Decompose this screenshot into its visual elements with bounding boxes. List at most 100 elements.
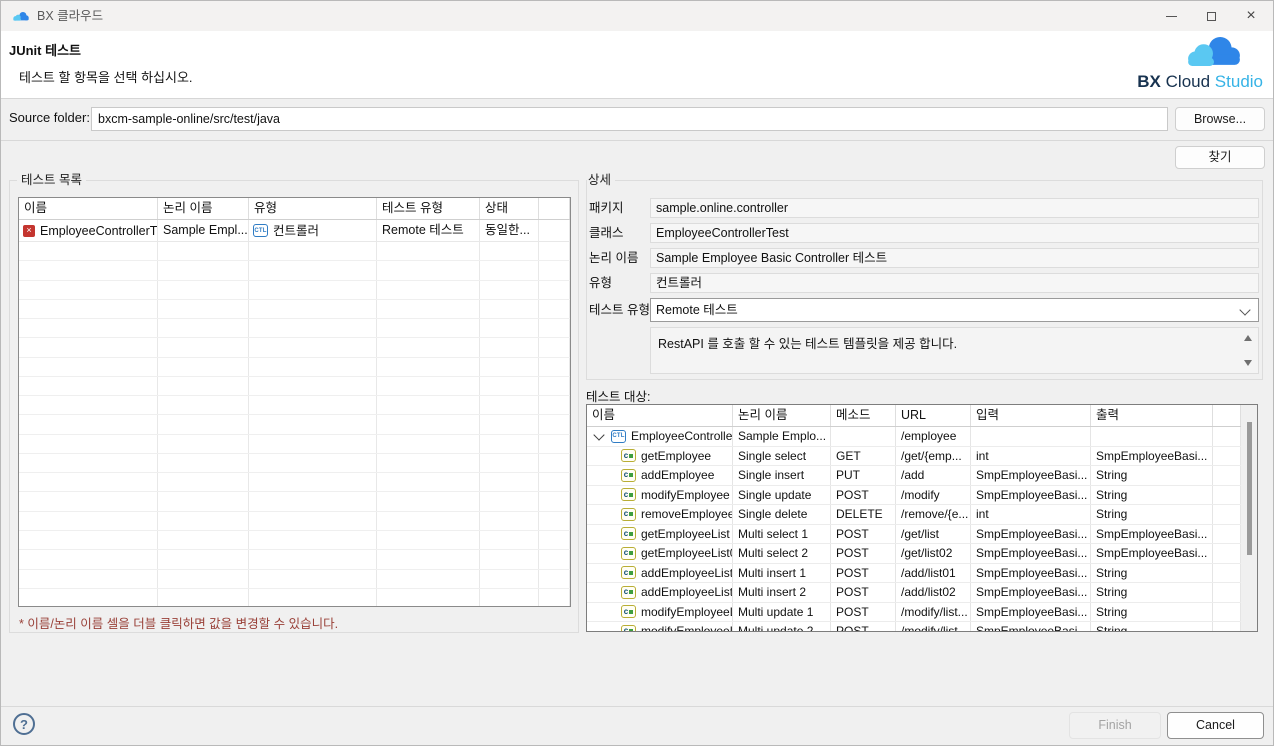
test-target-row[interactable]: cmodifyEmployeeLMulti update 2POST/modif… <box>587 622 1241 632</box>
input-cell[interactable]: int <box>971 447 1091 466</box>
logical-name-cell[interactable]: Multi update 2 <box>733 622 831 632</box>
target-name-cell[interactable]: caddEmployeeList0 <box>587 583 733 602</box>
close-button[interactable]: × <box>1231 1 1271 31</box>
url-cell[interactable]: /employee <box>896 427 971 446</box>
output-cell[interactable]: String <box>1091 583 1213 602</box>
input-cell[interactable] <box>971 427 1091 446</box>
url-cell[interactable]: /get/{emp... <box>896 447 971 466</box>
output-cell[interactable]: String <box>1091 505 1213 524</box>
target-name-cell[interactable]: caddEmployee <box>587 466 733 485</box>
input-cell[interactable]: SmpEmployeeBasi... <box>971 603 1091 622</box>
output-cell[interactable]: String <box>1091 564 1213 583</box>
url-cell[interactable]: /add/list01 <box>896 564 971 583</box>
url-cell[interactable]: /modify/list... <box>896 622 971 632</box>
target-name-cell[interactable]: cgetEmployee <box>587 447 733 466</box>
test-name-cell[interactable]: ×EmployeeControllerT... <box>19 220 158 241</box>
target-name-cell[interactable]: cmodifyEmployee <box>587 486 733 505</box>
logical-name-cell[interactable]: Single update <box>733 486 831 505</box>
find-button[interactable]: 찾기 <box>1175 146 1265 169</box>
scroll-up-icon[interactable] <box>1244 335 1252 341</box>
logical-name-cell[interactable]: Multi update 1 <box>733 603 831 622</box>
method-cell[interactable]: POST <box>831 564 896 583</box>
test-type-cell[interactable]: Remote 테스트 <box>377 220 480 241</box>
logical-name-cell[interactable]: Multi select 2 <box>733 544 831 563</box>
url-cell[interactable]: /get/list <box>896 525 971 544</box>
status-cell[interactable]: 동일한... <box>480 220 539 241</box>
target-name-cell[interactable]: caddEmployeeList0 <box>587 564 733 583</box>
output-cell[interactable] <box>1091 427 1213 446</box>
logical-name-cell[interactable]: Multi insert 2 <box>733 583 831 602</box>
test-type-dropdown[interactable]: Remote 테스트 <box>650 298 1259 322</box>
url-cell[interactable]: /add/list02 <box>896 583 971 602</box>
input-cell[interactable]: SmpEmployeeBasi... <box>971 544 1091 563</box>
output-cell[interactable]: SmpEmployeeBasi... <box>1091 544 1213 563</box>
scroll-down-icon[interactable] <box>1244 360 1252 366</box>
url-cell[interactable]: /modify <box>896 486 971 505</box>
output-cell[interactable]: String <box>1091 466 1213 485</box>
minimize-button[interactable] <box>1151 1 1191 31</box>
test-target-row[interactable]: cgetEmployeeSingle selectGET/get/{emp...… <box>587 447 1241 467</box>
input-cell[interactable]: SmpEmployeeBasi... <box>971 525 1091 544</box>
finish-button[interactable]: Finish <box>1069 712 1161 739</box>
target-name-cell[interactable]: cmodifyEmployeeL <box>587 603 733 622</box>
test-list-row[interactable]: ×EmployeeControllerT...Sample Empl...CTL… <box>19 220 570 242</box>
logical-name-cell[interactable]: Multi insert 1 <box>733 564 831 583</box>
test-target-row[interactable]: CTLEmployeeControllerSample Emplo... /emp… <box>587 427 1241 447</box>
output-cell[interactable]: SmpEmployeeBasi... <box>1091 447 1213 466</box>
method-cell[interactable]: POST <box>831 525 896 544</box>
column-header[interactable]: URL <box>896 405 971 426</box>
test-target-row[interactable]: cmodifyEmployeeLMulti update 1POST/modif… <box>587 603 1241 623</box>
logical-name-cell[interactable]: Single delete <box>733 505 831 524</box>
test-target-row[interactable]: cgetEmployeeList0Multi select 2POST/get/… <box>587 544 1241 564</box>
url-cell[interactable]: /get/list02 <box>896 544 971 563</box>
url-cell[interactable]: /modify/list... <box>896 603 971 622</box>
output-cell[interactable]: String <box>1091 486 1213 505</box>
method-cell[interactable]: PUT <box>831 466 896 485</box>
column-header[interactable]: 이름 <box>19 198 158 219</box>
column-header[interactable]: 논리 이름 <box>158 198 249 219</box>
method-cell[interactable]: POST <box>831 486 896 505</box>
target-name-cell[interactable]: cmodifyEmployeeL <box>587 622 733 632</box>
method-cell[interactable]: POST <box>831 583 896 602</box>
url-cell[interactable]: /add <box>896 466 971 485</box>
logical-name-cell[interactable]: Single insert <box>733 466 831 485</box>
input-cell[interactable]: SmpEmployeeBasi... <box>971 622 1091 632</box>
column-header[interactable]: 테스트 유형 <box>377 198 480 219</box>
output-cell[interactable]: String <box>1091 603 1213 622</box>
test-target-table[interactable]: 이름논리 이름메소드URL입력출력CTLEmployeeControllerSa… <box>586 404 1258 632</box>
method-cell[interactable]: POST <box>831 622 896 632</box>
test-list-table[interactable]: 이름논리 이름유형테스트 유형상태×EmployeeControllerT...… <box>18 197 571 607</box>
column-header[interactable]: 유형 <box>249 198 377 219</box>
target-name-cell[interactable]: cgetEmployeeList <box>587 525 733 544</box>
target-name-cell[interactable]: cgetEmployeeList0 <box>587 544 733 563</box>
column-header[interactable]: 출력 <box>1091 405 1213 426</box>
maximize-button[interactable] <box>1191 1 1231 31</box>
output-cell[interactable]: String <box>1091 622 1213 632</box>
type-cell[interactable]: CTL컨트롤러 <box>249 220 377 241</box>
column-header[interactable]: 논리 이름 <box>733 405 831 426</box>
input-cell[interactable]: SmpEmployeeBasi... <box>971 486 1091 505</box>
help-button[interactable]: ? <box>13 713 35 735</box>
vertical-scrollbar[interactable] <box>1241 405 1257 631</box>
input-cell[interactable]: SmpEmployeeBasi... <box>971 564 1091 583</box>
test-target-row[interactable]: cmodifyEmployeeSingle updatePOST/modifyS… <box>587 486 1241 506</box>
method-cell[interactable]: DELETE <box>831 505 896 524</box>
target-name-cell[interactable]: CTLEmployeeController <box>587 427 733 446</box>
test-target-row[interactable]: caddEmployeeSingle insertPUT/addSmpEmplo… <box>587 466 1241 486</box>
column-header[interactable]: 메소드 <box>831 405 896 426</box>
source-folder-input[interactable] <box>91 107 1168 131</box>
method-cell[interactable]: POST <box>831 544 896 563</box>
method-cell[interactable]: POST <box>831 603 896 622</box>
tree-expand-chevron-icon[interactable] <box>593 429 604 440</box>
test-target-row[interactable]: cgetEmployeeListMulti select 1POST/get/l… <box>587 525 1241 545</box>
logical-name-cell[interactable]: Multi select 1 <box>733 525 831 544</box>
test-target-row[interactable]: cremoveEmployeeSingle deleteDELETE/remov… <box>587 505 1241 525</box>
url-cell[interactable]: /remove/{e... <box>896 505 971 524</box>
logical-name-cell[interactable]: Sample Emplo... <box>733 427 831 446</box>
column-header[interactable]: 입력 <box>971 405 1091 426</box>
input-cell[interactable]: SmpEmployeeBasi... <box>971 583 1091 602</box>
cancel-button[interactable]: Cancel <box>1167 712 1264 739</box>
logical-name-cell[interactable]: Single select <box>733 447 831 466</box>
method-cell[interactable]: GET <box>831 447 896 466</box>
logical-name-cell[interactable]: Sample Empl... <box>158 220 249 241</box>
